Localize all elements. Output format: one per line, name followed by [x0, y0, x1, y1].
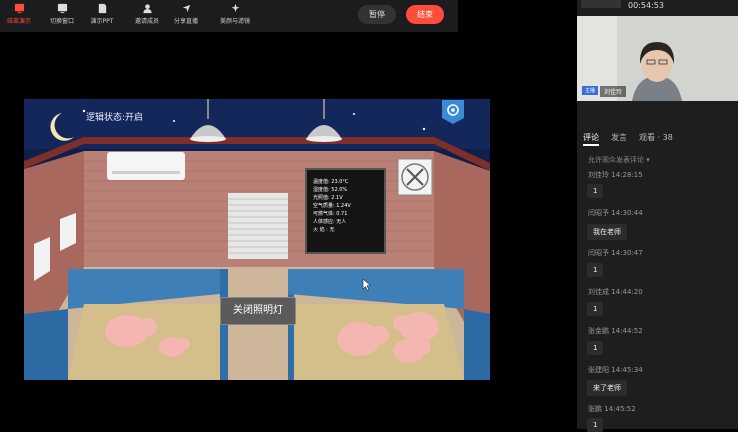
- message-time: 14:44:20: [611, 288, 643, 296]
- message-time: 14:45:52: [604, 405, 636, 413]
- author-name: 张金鹏: [588, 327, 609, 335]
- active-tab-indicator: [583, 144, 599, 146]
- end-share-label: 结束演示: [6, 18, 31, 25]
- author-name: 刘佳玲: [588, 171, 609, 179]
- star-icon: [353, 113, 355, 115]
- share-live-icon: [182, 4, 190, 13]
- switch-window-icon: [57, 3, 67, 14]
- message-bubble: 我在老师: [587, 224, 627, 240]
- present-ppt-button[interactable]: 演示PPT: [79, 3, 125, 25]
- end-share-icon: [14, 3, 24, 14]
- message-author: 刘佳玲 14:28:15: [588, 170, 643, 180]
- message-time: 14:28:15: [611, 171, 643, 179]
- message-bubble: 1: [587, 184, 604, 198]
- present-ppt-label: 演示PPT: [90, 18, 114, 25]
- message-bubble: 1: [587, 302, 604, 316]
- author-name: 刘佳成: [588, 288, 609, 296]
- sensor-air-quality: 空气质量: 1.24V: [313, 203, 351, 209]
- message-author: 张金鹏 14:44:52: [588, 326, 643, 336]
- host-badge: 主播: [582, 86, 599, 95]
- star-icon: [173, 120, 175, 122]
- air-conditioner-icon: [107, 152, 185, 180]
- sensor-flame: 火 焰 : 无: [313, 227, 335, 233]
- pause-button[interactable]: 暂停: [358, 5, 396, 24]
- sensor-combustible-gas: 可燃气体: 0.71: [313, 211, 348, 217]
- switch-window-label: 切换窗口: [49, 18, 74, 25]
- message-author: 张鹏 14:45:52: [588, 404, 636, 414]
- message-bubble: 1: [587, 418, 604, 432]
- message-time: 14:30:44: [611, 209, 643, 217]
- chevron-down-icon: ▾: [646, 156, 650, 164]
- message-bubble: 来了老师: [587, 380, 627, 396]
- live-thumbnail: [581, 0, 621, 8]
- top-toolbar: 结束演示 切换窗口 演示PPT 邀请成员 分享直播 美颜与滤镜 暂停 结束: [0, 0, 458, 32]
- sensor-humidity: 湿度值: 52.0%: [313, 187, 348, 193]
- author-name: 闫昭予: [588, 249, 609, 257]
- turn-off-lights-button[interactable]: 关闭照明灯: [220, 297, 296, 325]
- star-icon: [82, 109, 86, 113]
- invite-members-label: 邀请成员: [134, 18, 159, 25]
- live-timer: 00:54:53: [628, 1, 664, 10]
- beauty-filter-button[interactable]: 美颜与滤镜: [212, 3, 258, 25]
- comment-permission-dropdown[interactable]: 允许观众发表评论 ▾: [588, 155, 650, 165]
- sensor-human-presence: 人体感应: 无人: [313, 219, 347, 225]
- pig-farm-scene: [24, 99, 490, 380]
- sensor-light: 光照值: 2.1V: [313, 195, 343, 201]
- beauty-filter-icon: [230, 3, 240, 13]
- message-author: 闫昭予 14:30:47: [588, 248, 643, 258]
- author-name: 张鹏: [588, 405, 602, 413]
- share-live-label: 分享直播: [173, 18, 198, 25]
- message-time: 14:44:52: [611, 327, 643, 335]
- shutter-door: [228, 193, 288, 259]
- comment-permission-label: 允许观众发表评论: [588, 156, 644, 164]
- end-share-button[interactable]: 结束演示: [0, 3, 42, 25]
- invite-members-icon: [142, 4, 152, 14]
- message-time: 14:30:47: [611, 249, 643, 257]
- ppt-icon: [98, 3, 106, 14]
- message-time: 14:45:34: [611, 366, 643, 374]
- sensor-temperature: 温度值: 23.0°C: [313, 179, 349, 185]
- author-name: 闫昭予: [588, 209, 609, 217]
- logic-status-caption: 逻辑状态:开启: [86, 113, 144, 123]
- star-icon: [422, 127, 426, 131]
- beauty-filter-label: 美颜与滤镜: [219, 18, 250, 25]
- message-author: 闫昭予 14:30:44: [588, 208, 643, 218]
- message-bubble: 1: [587, 341, 604, 355]
- tab-speak[interactable]: 发言: [611, 132, 627, 143]
- tab-comments[interactable]: 评论: [583, 132, 599, 143]
- tab-viewers[interactable]: 观看 · 38: [639, 132, 673, 143]
- author-name: 张建阳: [588, 366, 609, 374]
- message-author: 张建阳 14:45:34: [588, 365, 643, 375]
- message-author: 刘佳成 14:44:20: [588, 287, 643, 297]
- message-bubble: 1: [587, 263, 604, 277]
- sensor-readings-panel: 温度值: 23.0°C 湿度值: 52.0% 光照值: 2.1V 空气质量: 1…: [305, 168, 386, 254]
- exhaust-fan-icon: [397, 158, 433, 196]
- end-button[interactable]: 结束: [406, 5, 444, 24]
- share-live-button[interactable]: 分享直播: [163, 3, 209, 25]
- presenter-name: 刘佳玲: [600, 86, 627, 97]
